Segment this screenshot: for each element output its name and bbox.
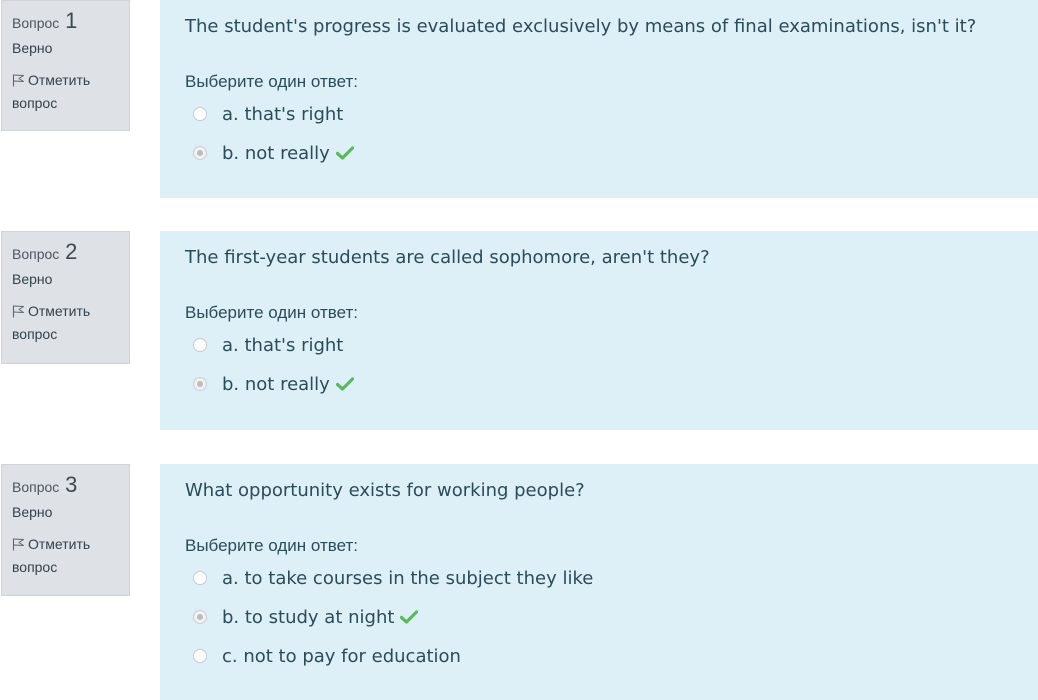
question-content: The student's progress is evaluated excl…: [160, 0, 1038, 198]
answer-list: a. to take courses in the subject they l…: [185, 565, 1014, 682]
answer-radio[interactable]: [193, 571, 207, 585]
answer-text: b. to study at night: [222, 607, 395, 628]
answer-label: a. that's right: [222, 101, 343, 129]
flag-question-link[interactable]: Отметить вопрос: [12, 300, 119, 346]
answer-option[interactable]: b. not really: [185, 140, 1014, 179]
answer-list: a. that's right b. not really: [185, 101, 1014, 179]
answer-radio[interactable]: [193, 649, 207, 663]
answer-text: a. that's right: [222, 335, 344, 356]
question-number: Вопрос 3: [12, 472, 119, 498]
answer-option[interactable]: a. that's right: [185, 101, 1014, 140]
flag-icon: [12, 74, 24, 87]
question-content: The first-year students are called sopho…: [160, 231, 1038, 430]
answer-prompt: Выберите один ответ:: [185, 303, 358, 322]
answer-radio[interactable]: [193, 146, 207, 160]
question-number: Вопрос 1: [12, 8, 119, 34]
question-number-value: 3: [65, 472, 78, 497]
flag-question-link[interactable]: Отметить вопрос: [12, 69, 119, 115]
check-icon: [335, 377, 354, 391]
answer-label: b. not really: [222, 140, 354, 168]
question-text: The student's progress is evaluated excl…: [185, 16, 977, 37]
answer-list: a. that's right b. not really: [185, 332, 1014, 410]
check-icon: [335, 146, 354, 160]
question-state: Верно: [12, 40, 53, 56]
answer-radio[interactable]: [193, 338, 207, 352]
question-number-value: 2: [65, 239, 78, 264]
flag-question-link[interactable]: Отметить вопрос: [12, 533, 119, 579]
check-icon: [400, 610, 419, 624]
answer-label: a. that's right: [222, 332, 343, 360]
answer-option[interactable]: b. not really: [185, 371, 1014, 410]
question-number-label: Вопрос: [12, 15, 60, 31]
answer-label: c. not to pay for education: [222, 643, 461, 671]
question-content: What opportunity exists for working peop…: [160, 464, 1038, 700]
answer-label: b. not really: [222, 371, 354, 399]
question-info-panel: Вопрос 2 Верно Отметить вопрос: [1, 231, 130, 364]
answer-option[interactable]: b. to study at night: [185, 604, 1014, 643]
question-text: What opportunity exists for working peop…: [185, 480, 585, 501]
question-info-panel: Вопрос 3 Верно Отметить вопрос: [1, 464, 130, 596]
question-state: Верно: [12, 271, 53, 287]
answer-option[interactable]: c. not to pay for education: [185, 643, 1014, 682]
question-number-label: Вопрос: [12, 246, 60, 262]
answer-text: b. not really: [222, 143, 330, 164]
answer-text: b. not really: [222, 374, 330, 395]
flag-icon: [12, 538, 24, 551]
question-number-label: Вопрос: [12, 479, 60, 495]
answer-prompt: Выберите один ответ:: [185, 536, 358, 555]
question-text: The first-year students are called sopho…: [185, 247, 710, 268]
answer-option[interactable]: a. that's right: [185, 332, 1014, 371]
answer-radio[interactable]: [193, 107, 207, 121]
question-number: Вопрос 2: [12, 239, 119, 265]
flag-icon: [12, 305, 24, 318]
question-info-panel: Вопрос 1 Верно Отметить вопрос: [1, 0, 130, 131]
answer-prompt: Выберите один ответ:: [185, 72, 358, 91]
answer-label: b. to study at night: [222, 604, 419, 632]
answer-radio[interactable]: [193, 610, 207, 624]
answer-radio[interactable]: [193, 377, 207, 391]
answer-text: a. to take courses in the subject they l…: [222, 568, 594, 589]
answer-text: a. that's right: [222, 104, 344, 125]
answer-text: c. not to pay for education: [222, 646, 461, 667]
question-state: Верно: [12, 504, 53, 520]
question-number-value: 1: [65, 8, 78, 33]
answer-label: a. to take courses in the subject they l…: [222, 565, 593, 593]
answer-option[interactable]: a. to take courses in the subject they l…: [185, 565, 1014, 604]
